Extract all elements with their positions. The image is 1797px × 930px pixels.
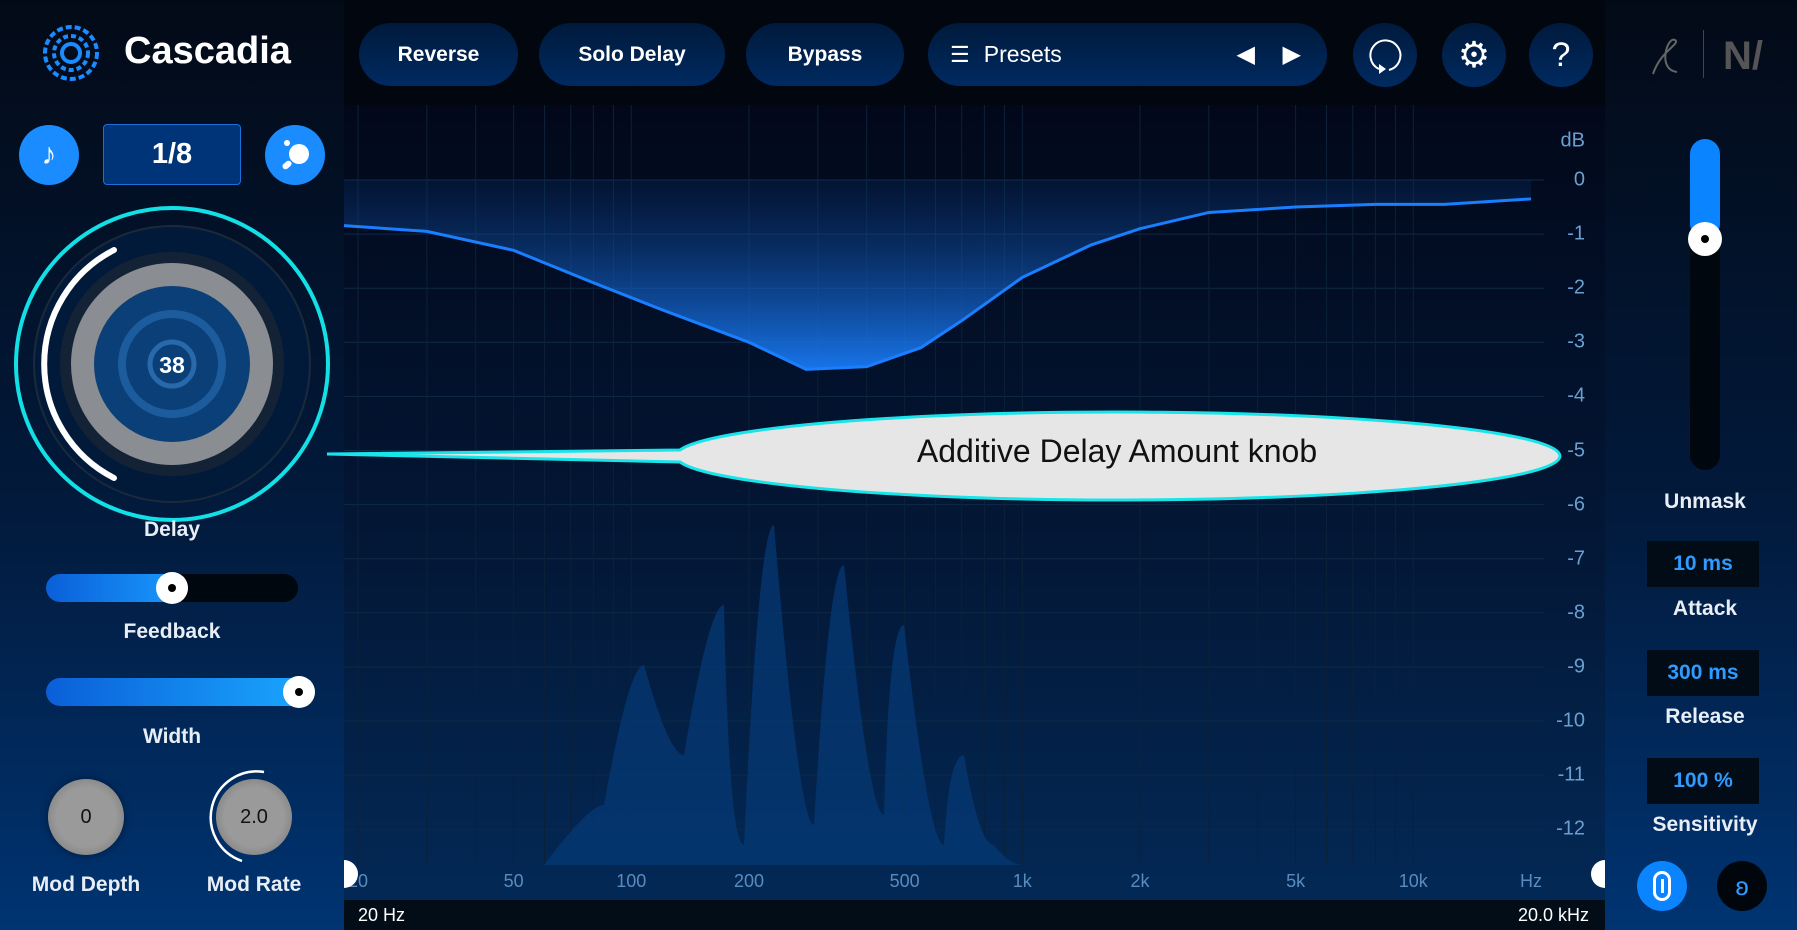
meter-icon <box>1653 871 1671 901</box>
tempo-sync-button[interactable]: ♪ <box>19 125 79 185</box>
right-panel: N/ Unmask 10 ms Attack 300 ms Release 10… <box>1605 0 1797 930</box>
undo-button[interactable] <box>1353 23 1417 87</box>
eq-curve-plot <box>344 105 1544 865</box>
feedback-thumb[interactable] <box>156 572 188 604</box>
bypass-button[interactable]: Bypass <box>746 23 904 86</box>
db-tick: -11 <box>1557 763 1585 786</box>
cascadia-logo-icon <box>43 25 99 81</box>
izotope-logo <box>1652 38 1678 75</box>
feedback-slider[interactable] <box>46 572 298 604</box>
delay-label: Delay <box>143 518 201 541</box>
help-button[interactable]: ? <box>1529 23 1593 87</box>
release-field[interactable]: 300 ms <box>1647 650 1759 696</box>
freq-tick: 10k <box>1398 871 1428 891</box>
freq-tick: 200 <box>733 871 765 891</box>
logo-divider <box>1703 30 1704 78</box>
db-tick: 0 <box>1573 168 1585 191</box>
db-tick: -9 <box>1567 655 1585 678</box>
ping-pong-button[interactable] <box>265 125 325 185</box>
range-low: 20 Hz <box>358 905 406 925</box>
db-tick: -7 <box>1567 547 1585 570</box>
width-label: Width <box>142 725 202 748</box>
attack-label: Attack <box>1672 597 1738 620</box>
reverse-button[interactable]: Reverse <box>359 23 518 86</box>
spectrum-display[interactable]: dB 0 -1 -2 -3 -4 -5 -6 -7 -8 -9 -10 -11 -12 20 50 100 2… <box>344 105 1605 930</box>
ping-pong-icon <box>282 140 309 170</box>
unmask-slider[interactable] <box>1688 139 1722 470</box>
db-tick: -3 <box>1567 330 1585 353</box>
app-title: Cascadia <box>124 30 291 72</box>
freq-tick: Hz <box>1520 871 1542 891</box>
mod-rate-label: Mod Rate <box>206 873 302 896</box>
presets-label: Presets <box>983 41 1062 67</box>
gear-icon: ⚙ <box>1457 34 1491 75</box>
db-tick: -8 <box>1567 601 1585 624</box>
sensitivity-field[interactable]: 100 % <box>1647 758 1759 804</box>
range-high: 20.0 kHz <box>1517 905 1589 925</box>
delay-value: 38 <box>159 352 185 378</box>
left-panel: Cascadia ♪ 1/8 38 Delay Feedback Width 0… <box>0 0 344 930</box>
db-tick: -1 <box>1567 222 1585 245</box>
freq-tick: 2k <box>1130 871 1150 891</box>
db-tick: -12 <box>1556 817 1585 840</box>
freq-tick: 500 <box>889 871 920 891</box>
mod-rate-knob[interactable]: 2.0 <box>216 779 292 855</box>
db-unit-label: dB <box>1560 129 1585 152</box>
db-tick: -2 <box>1567 276 1585 299</box>
width-slider[interactable] <box>46 676 315 708</box>
mod-depth-knob[interactable]: 0 <box>48 779 124 855</box>
presets-bar[interactable]: ☰ Presets ◀ ▶ <box>928 23 1327 86</box>
freq-tick: 5k <box>1286 871 1306 891</box>
mod-depth-label: Mod Depth <box>31 873 141 896</box>
undo-icon <box>1369 39 1402 74</box>
width-thumb[interactable] <box>283 676 315 708</box>
solo-delay-button[interactable]: Solo Delay <box>539 23 725 86</box>
listen-button[interactable]: ʚ <box>1717 861 1767 911</box>
music-note-icon: ♪ <box>41 138 57 171</box>
callout-text: Additive Delay Amount knob <box>916 433 1318 469</box>
settings-button[interactable]: ⚙ <box>1442 23 1506 87</box>
meter-button[interactable] <box>1637 861 1687 911</box>
ear-icon: ʚ <box>1735 870 1749 901</box>
db-tick: -10 <box>1556 709 1585 732</box>
help-icon: ? <box>1551 35 1571 74</box>
attack-field[interactable]: 10 ms <box>1647 541 1759 587</box>
feedback-label: Feedback <box>123 620 221 643</box>
freq-tick: 50 <box>503 871 524 891</box>
freq-tick: 100 <box>616 871 647 891</box>
range-bar <box>344 900 1605 930</box>
prev-preset-icon[interactable]: ◀ <box>1237 40 1255 69</box>
unmask-thumb[interactable] <box>1688 222 1722 257</box>
sensitivity-label: Sensitivity <box>1652 813 1758 836</box>
ni-logo: N/ <box>1723 34 1763 78</box>
unmask-label: Unmask <box>1664 490 1746 513</box>
delay-time-display[interactable]: 1/8 <box>103 124 241 185</box>
next-preset-icon[interactable]: ▶ <box>1283 40 1301 69</box>
spectrum-analyzer <box>544 525 1024 865</box>
release-label: Release <box>1665 705 1745 728</box>
list-icon: ☰ <box>950 41 970 67</box>
freq-tick: 1k <box>1012 871 1032 891</box>
